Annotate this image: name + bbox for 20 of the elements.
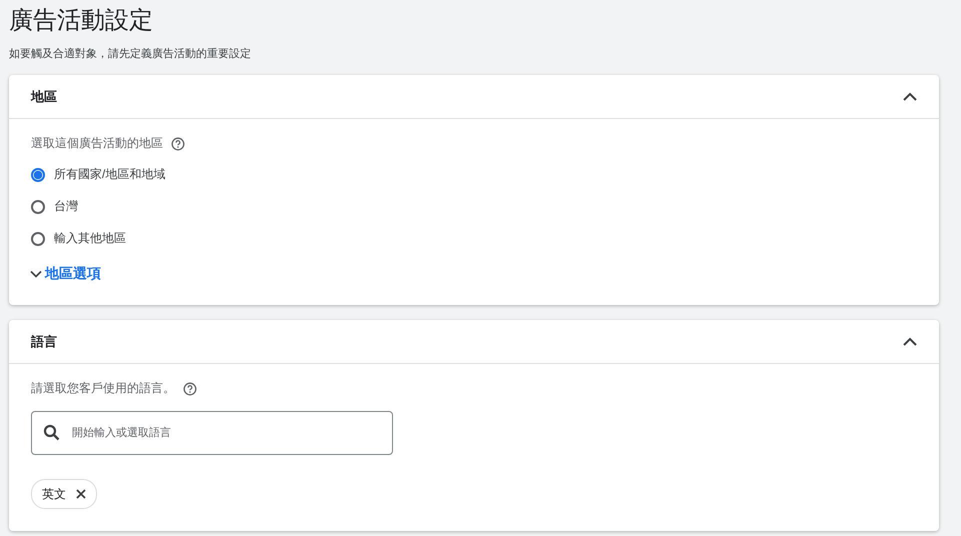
section-prompt: 請選取您客戶使用的語言。 (31, 380, 175, 397)
radio-option[interactable]: 輸入其他地區 (31, 230, 917, 247)
help-icon[interactable] (183, 382, 197, 396)
close-icon[interactable] (76, 489, 86, 499)
search-field[interactable]: 開始輸入或選取語言 (31, 411, 393, 455)
section-title: 語言 (31, 332, 57, 350)
search-icon (43, 424, 61, 442)
radio-option[interactable]: 台灣 (31, 198, 917, 215)
chip-label: 英文 (42, 486, 66, 502)
section-title: 地區 (31, 88, 57, 106)
page-title: 廣告活動設定 (9, 6, 154, 36)
section-prompt: 選取這個廣告活動的地區 (31, 135, 163, 152)
collapse-button[interactable] (903, 92, 917, 101)
collapse-button[interactable] (903, 337, 917, 346)
location-options-link[interactable]: 地區選項 (29, 265, 101, 283)
chevron-up-icon (903, 92, 917, 101)
help-icon[interactable] (171, 136, 185, 150)
page-subtitle: 如要觸及合適對象，請先定義廣告活動的重要設定 (9, 46, 252, 61)
radio-option[interactable]: 所有國家/地區和地域 (31, 166, 917, 183)
chevron-up-icon (903, 337, 917, 346)
